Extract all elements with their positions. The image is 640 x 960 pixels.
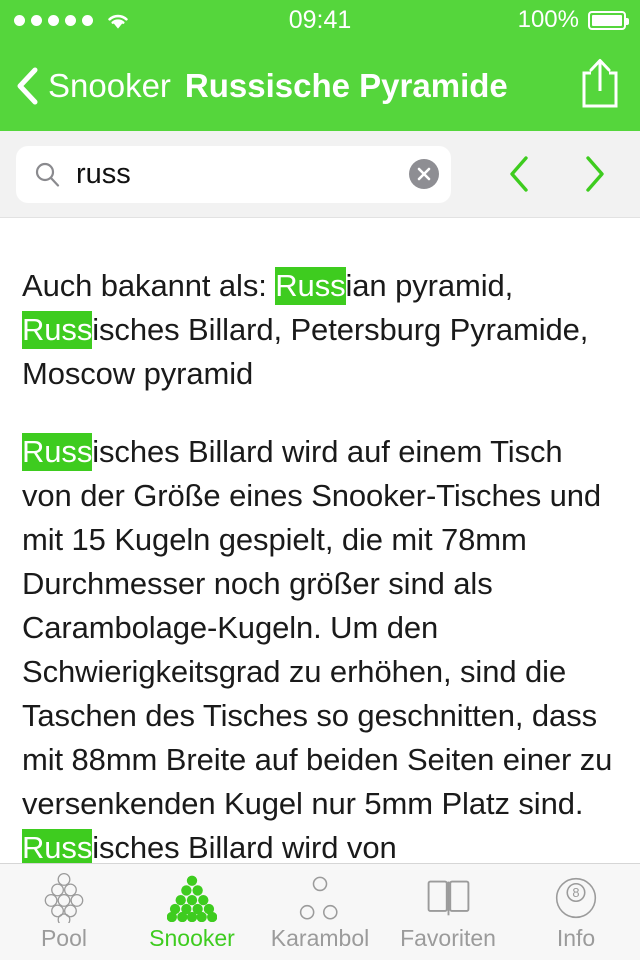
snooker-rack-triangle-icon: [167, 873, 217, 923]
tab-label: Snooker: [149, 925, 235, 951]
clear-search-button[interactable]: [409, 159, 439, 189]
search-match-highlight: Russ: [22, 311, 93, 349]
status-bar-left: [14, 10, 131, 30]
signal-dots-icon: [14, 14, 93, 26]
tab-label: Karambol: [270, 925, 370, 951]
tab-label: Favoriten: [400, 925, 496, 951]
status-bar: 09:41 100%: [0, 0, 640, 40]
wifi-icon: [105, 10, 131, 30]
battery-full-icon: [588, 10, 629, 30]
tab-label: Pool: [40, 925, 88, 951]
search-result-navigation: [504, 152, 628, 196]
battery-percent-label: 100%: [517, 6, 579, 33]
pool-rack-diamond-icon: [41, 873, 87, 923]
page-title: Russische Pyramide: [184, 66, 508, 104]
back-button-label: Snooker: [48, 66, 171, 104]
share-button[interactable]: [578, 58, 622, 114]
chevron-left-icon: [16, 67, 38, 105]
eight-ball-icon: 8: [553, 873, 599, 923]
article-content[interactable]: Auch bakannt als: Russian pyramid, Russi…: [0, 218, 640, 863]
status-bar-right: 100%: [517, 6, 629, 34]
open-book-icon: [426, 873, 471, 923]
share-icon: [580, 57, 620, 114]
search-bar: russ: [0, 131, 640, 218]
article-paragraph: Russisches Billard wird auf einem Tisch …: [22, 430, 618, 863]
search-input-value: russ: [76, 157, 131, 190]
back-button[interactable]: Snooker: [16, 67, 171, 105]
tab-info[interactable]: 8 Info: [512, 864, 640, 960]
navigation-bar: Snooker Russische Pyramide: [0, 40, 640, 131]
tab-snooker[interactable]: Snooker: [128, 864, 256, 960]
tab-label: Info: [556, 925, 596, 951]
previous-result-button[interactable]: [504, 152, 534, 196]
search-match-highlight: Russ: [275, 267, 346, 305]
status-time: 09:41: [288, 5, 352, 34]
carom-three-balls-icon: [296, 873, 344, 923]
article-paragraph: Auch bakannt als: Russian pyramid, Russi…: [22, 267, 589, 391]
tab-pool[interactable]: Pool: [0, 864, 128, 960]
search-input[interactable]: russ: [16, 145, 451, 203]
tab-bar: Pool Snooker Karambol Favoriten 8 Info: [0, 863, 640, 960]
search-match-highlight: Russ: [22, 433, 93, 471]
svg-text:8: 8: [572, 885, 579, 900]
tab-karambol[interactable]: Karambol: [256, 864, 384, 960]
app-screen: 09:41 100% Snooker Russische Pyramide ru…: [0, 0, 640, 960]
search-icon: [34, 161, 60, 187]
next-result-button[interactable]: [580, 152, 610, 196]
tab-favoriten[interactable]: Favoriten: [384, 864, 512, 960]
search-match-highlight: Russ: [22, 829, 92, 863]
